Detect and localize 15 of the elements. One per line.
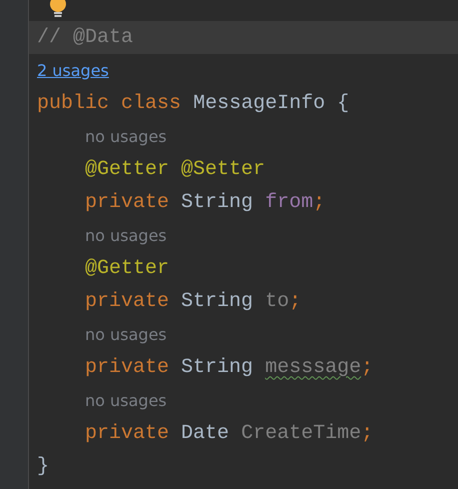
code-line: private String messsage; <box>85 356 374 380</box>
code-line: private Date CreateTime; <box>85 422 374 446</box>
usages-hint: no usages <box>85 391 167 410</box>
code-line: public class MessageInfo { <box>37 92 350 116</box>
code-line: @Getter @Setter <box>85 158 266 182</box>
code-line: // @Data <box>37 26 134 50</box>
usages-hint: no usages <box>85 127 167 146</box>
code-line: @Getter <box>85 256 170 280</box>
usages-link[interactable]: 2 usages <box>37 61 109 80</box>
code-line: private String from; <box>85 190 326 214</box>
code-line: } <box>37 454 50 478</box>
code-line: private String to; <box>85 290 302 314</box>
usages-hint: no usages <box>85 226 167 245</box>
lightbulb-icon[interactable] <box>49 0 67 19</box>
usages-hint: no usages <box>85 325 167 344</box>
